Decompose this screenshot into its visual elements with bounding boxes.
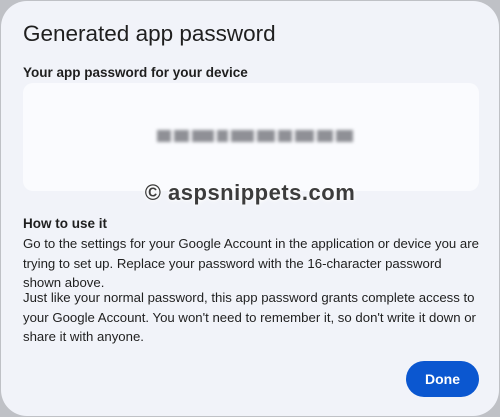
how-to-heading: How to use it (23, 216, 107, 231)
app-password-dialog: Generated app password Your app password… (1, 1, 499, 416)
password-label: Your app password for your device (23, 65, 248, 80)
instructions-paragraph-2: Just like your normal password, this app… (23, 290, 476, 344)
password-display-box (23, 83, 479, 191)
obscured-password (157, 125, 354, 147)
dialog-title: Generated app password (23, 21, 276, 46)
watermark: © aspsnippets.com (144, 180, 356, 205)
done-button[interactable]: Done (406, 361, 479, 397)
instructions-paragraph-1: Go to the settings for your Google Accou… (23, 236, 479, 290)
